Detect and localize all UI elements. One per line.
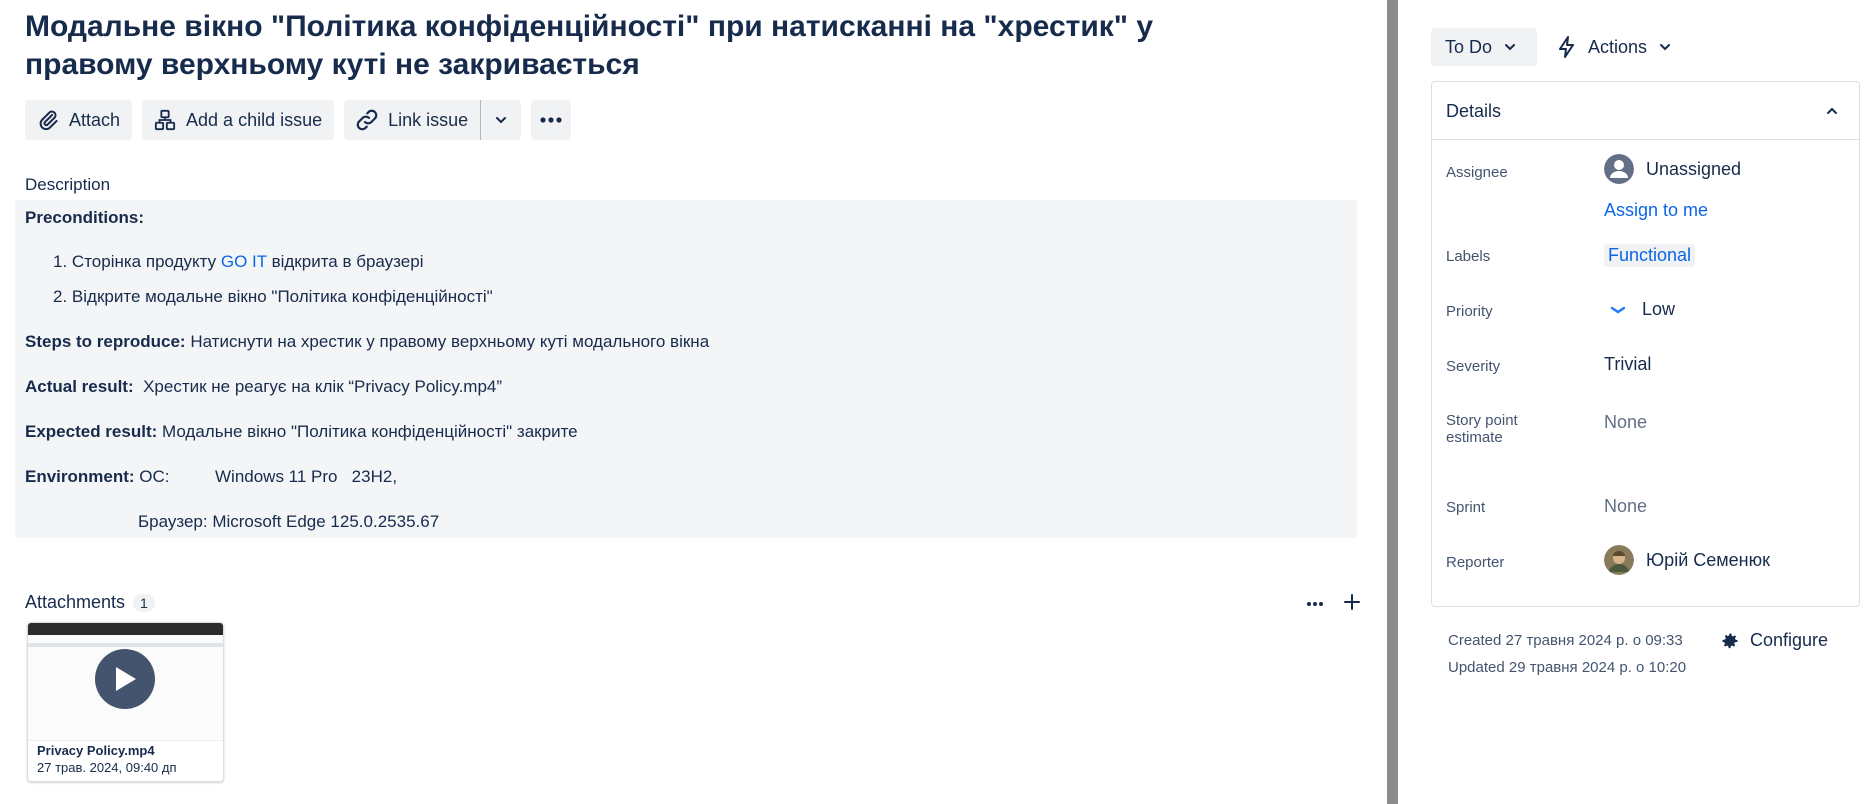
description-heading: Description [25,175,111,194]
reporter-field[interactable]: Юрій Семенюк [1604,545,1770,575]
sprint-label: Sprint [1446,499,1486,516]
attachments-heading: Attachments 1 [25,592,155,613]
details-title: Details [1446,101,1502,121]
chevron-down-icon [1505,44,1516,51]
lightning-icon [1559,36,1574,58]
labels-label: Labels [1446,248,1491,265]
add-child-issue-label: Add a child issue [186,109,323,130]
link-issue-button[interactable]: Link issue [344,100,482,140]
details-panel: Details Assignee Unassigned Assign to me… [1431,81,1860,607]
assignee-field[interactable]: Unassigned [1604,154,1741,184]
go-it-link[interactable]: GO IT [221,252,267,271]
story-point-field[interactable]: None [1604,412,1647,433]
link-issue-label: Link issue [388,109,469,130]
issue-main-pane: Модальне вікно "Політика конфіденційност… [0,0,1387,804]
plus-icon [1344,594,1360,610]
more-horizontal-icon [1307,602,1323,606]
add-attachment-button[interactable] [1340,590,1364,616]
issue-toolbar: Attach Add a child issue Link issue [25,100,572,140]
attachment-file-name: Privacy Policy.mp4 [37,743,155,758]
attachments-label: Attachments [25,592,126,612]
assignee-value: Unassigned [1646,158,1742,179]
status-label: To Do [1445,36,1493,57]
priority-label: Priority [1446,303,1493,320]
play-icon[interactable] [95,649,155,709]
actions-dropdown[interactable]: Actions [1558,28,1671,66]
attach-label: Attach [69,109,121,130]
description-body[interactable]: Preconditions: 1. Сторінка продукту GO I… [15,200,1357,538]
paperclip-icon [35,107,61,133]
attachment-thumbnail [28,623,223,741]
reporter-label: Reporter [1446,554,1505,571]
chevron-up-icon[interactable] [1822,101,1842,121]
gear-icon [1722,633,1738,648]
status-dropdown[interactable]: To Do [1431,28,1537,66]
avatar [1604,154,1634,184]
precondition-item: 2. Відкрите модальне вікно "Політика кон… [53,287,493,306]
labels-field[interactable]: Functional [1604,244,1696,267]
chevron-down-icon [1660,44,1671,51]
actual-result: Actual result: Хрестик не реагує на клік… [25,377,503,396]
pane-resize-handle[interactable] [1387,0,1398,804]
precondition-item: 1. Сторінка продукту GO IT відкрита в бр… [53,252,424,271]
created-timestamp: Created 27 травня 2024 р. о 09:33 [1448,632,1683,649]
attach-button[interactable]: Attach [25,100,133,140]
label-tag[interactable]: Functional [1604,244,1696,267]
more-actions-button[interactable] [531,100,572,140]
add-child-issue-button[interactable]: Add a child issue [142,100,335,140]
configure-label: Configure [1750,630,1829,650]
hierarchy-icon [152,107,178,133]
chevron-down-icon [496,117,507,124]
reporter-value: Юрій Семенюк [1646,549,1770,570]
expected-result: Expected result: Модальне вікно "Політик… [25,422,578,441]
details-header[interactable]: Details [1432,82,1859,140]
thumbnail-content [28,643,223,647]
priority-field[interactable]: Low [1604,299,1675,320]
link-issue-split-button: Link issue [344,100,522,140]
attachment-date: 27 трав. 2024, 09:40 дп [37,760,177,775]
severity-field[interactable]: Trivial [1604,354,1651,375]
avatar [1604,545,1634,575]
attachment-card[interactable]: Privacy Policy.mp4 27 трав. 2024, 09:40 … [27,622,224,782]
environment: Environment: ОС: Windows 11 Pro 23H2, [25,467,398,486]
issue-sidebar: To Do Actions Details Assignee Unassigne… [1398,0,1872,804]
priority-value: Low [1642,299,1676,319]
actions-label: Actions [1588,36,1648,57]
link-icon [354,107,380,133]
more-horizontal-icon [540,117,562,123]
updated-timestamp: Updated 29 травня 2024 р. о 10:20 [1448,659,1687,676]
environment-browser: Браузер: Microsoft Edge 125.0.2535.67 [138,512,440,531]
severity-label: Severity [1446,358,1501,375]
assignee-label: Assignee [1446,164,1508,181]
preconditions-heading: Preconditions: [25,208,145,227]
configure-button[interactable]: Configure [1720,630,1828,651]
steps-to-reproduce: Steps to reproduce: Натиснути на хрестик… [25,332,710,351]
attachments-more-button[interactable] [1303,594,1327,614]
story-point-label: Story point estimate [1446,412,1518,446]
issue-title[interactable]: Модальне вікно "Політика конфіденційност… [25,8,1285,84]
link-issue-dropdown-button[interactable] [481,100,521,140]
priority-low-icon [1610,306,1626,313]
sprint-field[interactable]: None [1604,496,1647,517]
assign-to-me-link[interactable]: Assign to me [1604,200,1708,221]
attachments-count-badge: 1 [133,593,155,612]
thumbnail-window-bar [28,623,223,635]
